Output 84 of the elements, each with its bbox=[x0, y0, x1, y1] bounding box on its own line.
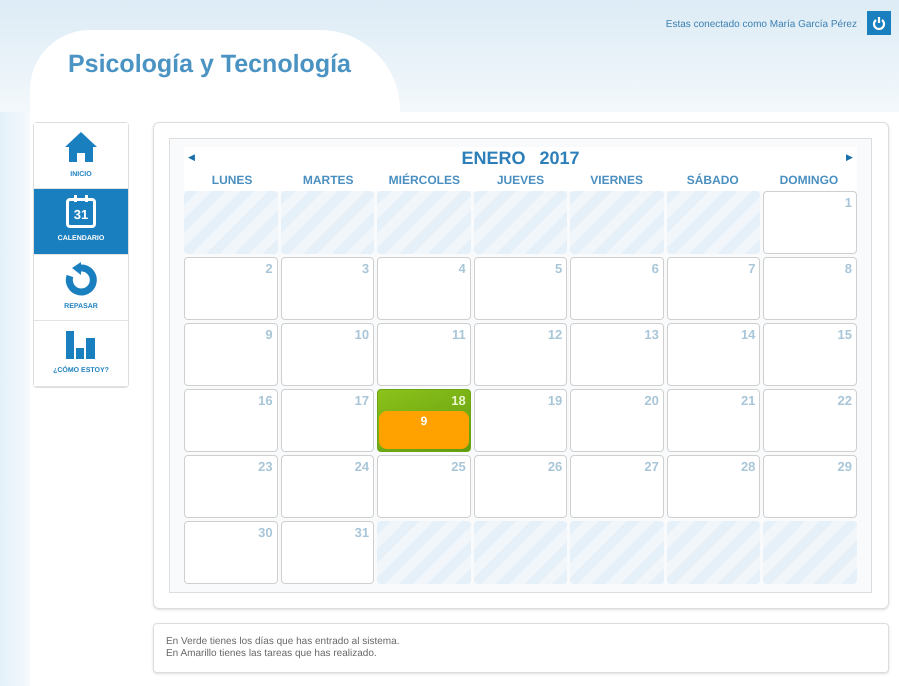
day-number: 1 bbox=[844, 194, 853, 212]
day-cell[interactable]: 29 bbox=[763, 455, 857, 518]
day-number: 5 bbox=[555, 260, 564, 278]
day-cell[interactable]: 16 bbox=[184, 389, 278, 452]
day-number: 27 bbox=[644, 458, 660, 476]
day-cell[interactable]: 5 bbox=[474, 257, 568, 320]
day-number: 23 bbox=[258, 458, 274, 476]
day-cell[interactable]: 12 bbox=[474, 323, 568, 386]
month-label: ENERO bbox=[461, 146, 526, 170]
logout-button[interactable] bbox=[867, 11, 891, 35]
day-cell[interactable]: 30 bbox=[184, 521, 278, 584]
day-number: 8 bbox=[844, 260, 853, 278]
day-number: 17 bbox=[354, 392, 370, 410]
year-label: 2017 bbox=[539, 146, 580, 170]
day-cell[interactable]: 26 bbox=[474, 455, 568, 518]
day-cell[interactable]: 19 bbox=[474, 389, 568, 452]
weekday-header: JUEVES bbox=[496, 172, 546, 189]
logged-in-user-text: Estas conectado como María García Pérez bbox=[666, 18, 857, 32]
day-cell[interactable]: 1 bbox=[763, 191, 857, 254]
legend-text: En Amarillo tienes las tareas que has realizado. bbox=[166, 648, 378, 660]
weekday-header: MARTES bbox=[302, 172, 355, 189]
day-cell[interactable]: 17 bbox=[280, 389, 374, 452]
day-cell[interactable]: 21 bbox=[666, 389, 760, 452]
day-number: 9 bbox=[265, 326, 274, 344]
day-number: 29 bbox=[838, 458, 853, 476]
day-cell[interactable]: 2 bbox=[184, 257, 278, 320]
day-number: 10 bbox=[354, 326, 370, 344]
day-number: 2 bbox=[265, 260, 274, 278]
day-cell[interactable]: 4 bbox=[377, 257, 471, 320]
day-cell[interactable]: 11 bbox=[377, 323, 471, 386]
weekday-header: DOMINGO bbox=[778, 172, 840, 189]
day-cell[interactable]: 22 bbox=[763, 389, 857, 452]
day-number: 4 bbox=[458, 260, 467, 278]
day-cell[interactable]: 3 bbox=[280, 257, 374, 320]
weekday-header: VIERNES bbox=[589, 172, 644, 189]
day-cell[interactable]: 24 bbox=[280, 455, 374, 518]
next-month-button[interactable]: ▶ bbox=[842, 151, 857, 165]
day-number: 6 bbox=[652, 260, 660, 278]
day-number: 30 bbox=[258, 524, 274, 542]
day-number: 3 bbox=[362, 260, 370, 278]
day-cell[interactable]: 31 bbox=[280, 521, 374, 584]
previous-month-button[interactable]: ◀ bbox=[184, 151, 199, 165]
bar-chart-icon bbox=[65, 330, 97, 360]
day-cell[interactable]: 7 bbox=[666, 257, 760, 320]
day-number: 15 bbox=[838, 326, 853, 344]
day-number: 18 bbox=[451, 392, 467, 410]
weekday-header: SÁBADO bbox=[686, 172, 740, 189]
day-cell[interactable]: 15 bbox=[763, 323, 857, 386]
refresh-icon bbox=[65, 262, 97, 296]
day-number: 31 bbox=[354, 524, 370, 542]
day-number: 24 bbox=[354, 458, 370, 476]
power-icon bbox=[872, 16, 886, 30]
day-number: 26 bbox=[548, 458, 564, 476]
weekday-header: LUNES bbox=[210, 172, 254, 189]
weekday-header: MIÉRCOLES bbox=[388, 172, 462, 189]
legend-text: En Verde tienes los días que has entrado al sistema. bbox=[166, 636, 400, 648]
day-number: 25 bbox=[451, 458, 467, 476]
day-number: 11 bbox=[452, 326, 467, 344]
day-number: 19 bbox=[548, 392, 564, 410]
day-number: 14 bbox=[740, 326, 756, 344]
day-cell[interactable]: 27 bbox=[570, 455, 664, 518]
day-cell[interactable]: 28 bbox=[666, 455, 760, 518]
day-cell[interactable]: 23 bbox=[184, 455, 278, 518]
day-cell[interactable]: 14 bbox=[666, 323, 760, 386]
day-cell[interactable]: 13 bbox=[570, 323, 664, 386]
day-number: 20 bbox=[644, 392, 660, 410]
day-cell[interactable]: 8 bbox=[763, 257, 857, 320]
day-cell[interactable]: 18 9 bbox=[377, 389, 471, 452]
task-count-badge: 9 bbox=[379, 410, 469, 448]
day-number: 7 bbox=[748, 260, 756, 278]
home-icon bbox=[63, 130, 99, 164]
day-number: 28 bbox=[740, 458, 756, 476]
day-cell[interactable]: 9 bbox=[184, 323, 278, 386]
day-number: 16 bbox=[258, 392, 274, 410]
day-number: 22 bbox=[838, 392, 853, 410]
day-cell[interactable]: 10 bbox=[280, 323, 374, 386]
day-cell[interactable]: 25 bbox=[377, 455, 471, 518]
calendar-icon: 31 bbox=[66, 198, 96, 228]
day-cell[interactable]: 6 bbox=[570, 257, 664, 320]
site-title: Psicología y Tecnología bbox=[68, 49, 352, 80]
day-number: 12 bbox=[548, 326, 564, 344]
day-number: 21 bbox=[740, 392, 756, 410]
day-number: 13 bbox=[644, 326, 660, 344]
day-cell[interactable]: 20 bbox=[570, 389, 664, 452]
